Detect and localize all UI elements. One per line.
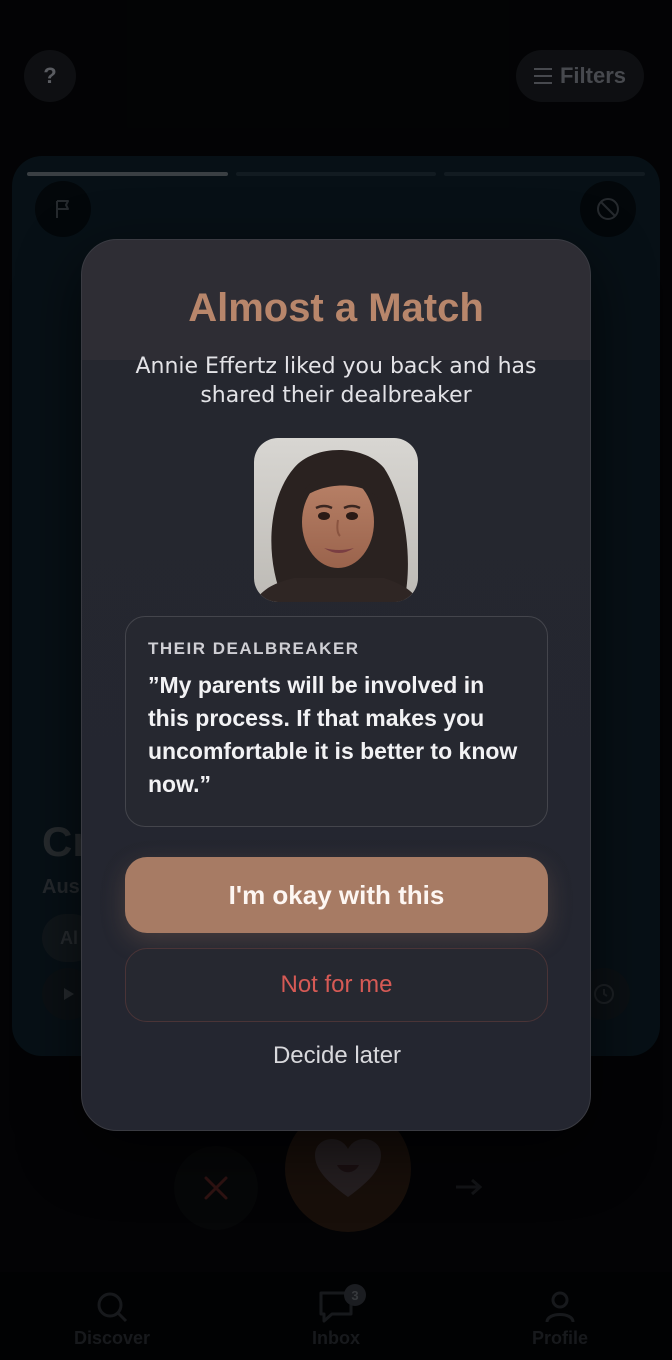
accept-button[interactable]: I'm okay with this <box>125 857 548 933</box>
dealbreaker-box: THEIR DEALBREAKER ”My parents will be in… <box>125 616 548 827</box>
app-screen: ? Filters Cr Aus Al Discover 3 Inbox Pro… <box>0 0 672 1360</box>
avatar <box>254 438 418 602</box>
almost-match-modal: Almost a Match Annie Effertz liked you b… <box>81 239 591 1131</box>
modal-title: Almost a Match <box>188 286 484 330</box>
decide-later-button[interactable]: Decide later <box>232 1036 442 1076</box>
decline-button[interactable]: Not for me <box>125 948 548 1022</box>
dealbreaker-text: ”My parents will be involved in this pro… <box>148 672 518 797</box>
dealbreaker-label: THEIR DEALBREAKER <box>148 639 360 658</box>
modal-subtitle: Annie Effertz liked you back and has sha… <box>135 354 537 408</box>
avatar-photo <box>254 438 418 602</box>
